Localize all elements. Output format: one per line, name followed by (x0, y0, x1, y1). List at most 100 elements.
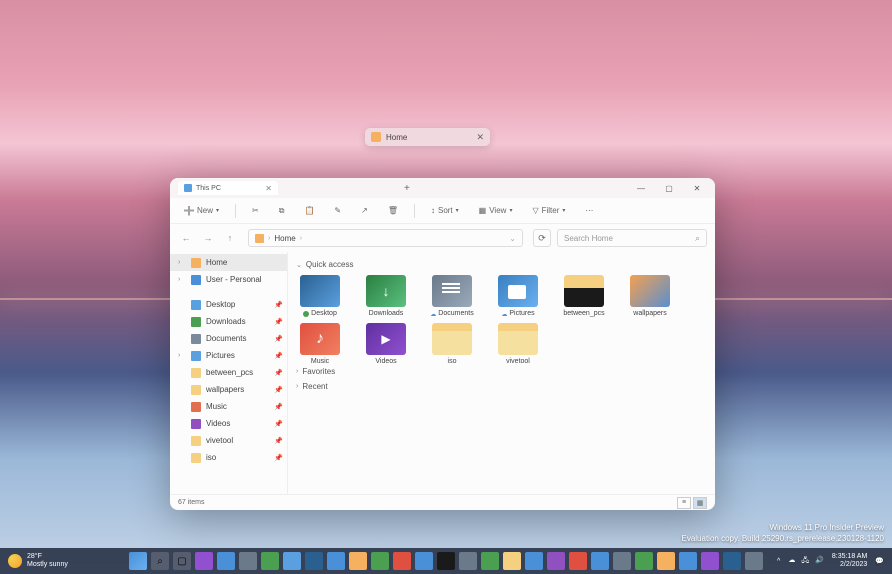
folder-documents[interactable]: ☁Documents (428, 275, 476, 317)
new-button[interactable]: New▾ (180, 204, 223, 218)
sidebar-item-music[interactable]: Music📌 (170, 398, 287, 415)
taskbar-app[interactable] (371, 552, 389, 570)
maximize-button[interactable]: ▢ (655, 178, 683, 198)
volume-tray-icon[interactable]: 🔊 (815, 556, 824, 567)
taskbar-app[interactable] (349, 552, 367, 570)
icons-view-button[interactable]: ▦ (693, 497, 707, 509)
sidebar-item-desktop[interactable]: Desktop📌 (170, 296, 287, 313)
close-window-button[interactable]: ✕ (683, 178, 711, 198)
rename-button[interactable]: ✎ (330, 204, 345, 217)
forward-button[interactable]: → (200, 230, 216, 246)
home-icon (255, 234, 264, 243)
filter-button[interactable]: ▽ Filter▾ (528, 204, 569, 217)
cut-button[interactable]: ✂ (248, 204, 263, 217)
build-watermark: Windows 11 Pro Insider Preview Evaluatio… (681, 523, 884, 544)
taskbar-app[interactable] (283, 552, 301, 570)
taskbar-app[interactable] (525, 552, 543, 570)
system-tray[interactable]: ☁ 🖧 🔊 (788, 556, 824, 567)
share-button[interactable]: ↗ (357, 204, 372, 217)
taskbar-app[interactable] (657, 552, 675, 570)
taskbar-app[interactable] (745, 552, 763, 570)
taskbar-app[interactable] (393, 552, 411, 570)
taskbar-app[interactable] (679, 552, 697, 570)
folder-videos[interactable]: Videos (362, 323, 410, 365)
sidebar-item-downloads[interactable]: Downloads📌 (170, 313, 287, 330)
folder-vivetool[interactable]: vivetool (494, 323, 542, 365)
breadcrumb-segment[interactable]: Home (274, 234, 295, 243)
tab-this-pc[interactable]: This PC ✕ (178, 181, 278, 195)
close-tab-icon[interactable]: ✕ (265, 184, 272, 193)
taskbar-app[interactable] (437, 552, 455, 570)
section-favorites[interactable]: ›Favorites (296, 367, 707, 376)
chevron-down-icon[interactable]: ⌄ (509, 234, 516, 243)
sidebar-item-documents[interactable]: Documents📌 (170, 330, 287, 347)
delete-button[interactable]: 🗑 (384, 204, 402, 217)
weather-widget[interactable]: 28°F Mostly sunny (8, 553, 68, 568)
folder-icon (630, 275, 670, 307)
taskbar-app[interactable] (635, 552, 653, 570)
new-tab-button[interactable]: + (398, 183, 416, 194)
section-recent[interactable]: ›Recent (296, 382, 707, 391)
address-bar[interactable]: › Home › ⌄ (248, 229, 523, 247)
search-button[interactable]: ⌕ (151, 552, 169, 570)
taskbar-app[interactable] (569, 552, 587, 570)
folder-pictures[interactable]: ☁Pictures (494, 275, 542, 317)
close-icon[interactable]: ✕ (476, 132, 484, 143)
taskbar-app[interactable] (613, 552, 631, 570)
taskbar-app[interactable] (415, 552, 433, 570)
more-button[interactable]: ⋯ (581, 204, 597, 217)
taskbar-app[interactable] (481, 552, 499, 570)
taskbar-app[interactable] (305, 552, 323, 570)
sidebar-item-pictures[interactable]: ›Pictures📌 (170, 347, 287, 364)
onedrive-tray-icon[interactable]: ☁ (788, 556, 795, 567)
videos-folder-icon (366, 323, 406, 355)
sort-button[interactable]: ↕ Sort▾ (427, 204, 463, 217)
detached-tab[interactable]: Home ✕ (365, 128, 490, 146)
minimize-button[interactable]: — (627, 178, 655, 198)
taskbar-app[interactable] (459, 552, 477, 570)
start-button[interactable] (129, 552, 147, 570)
taskbar-app[interactable] (217, 552, 235, 570)
sidebar-item-videos[interactable]: Videos📌 (170, 415, 287, 432)
folder-wallpapers[interactable]: wallpapers (626, 275, 674, 317)
pin-icon: 📌 (274, 301, 283, 309)
task-view-button[interactable]: ▢ (173, 552, 191, 570)
titlebar[interactable]: This PC ✕ + — ▢ ✕ (170, 178, 715, 198)
sidebar-item-wallpapers[interactable]: wallpapers📌 (170, 381, 287, 398)
taskbar-app[interactable] (261, 552, 279, 570)
notifications-button[interactable]: 💬 (875, 557, 884, 565)
sidebar-item-home[interactable]: ›Home (170, 254, 287, 271)
folder-iso[interactable]: iso (428, 323, 476, 365)
taskbar-app[interactable] (547, 552, 565, 570)
taskbar-app[interactable] (195, 552, 213, 570)
folder-desktop[interactable]: Desktop (296, 275, 344, 317)
sidebar-item-between-pcs[interactable]: between_pcs📌 (170, 364, 287, 381)
folder-music[interactable]: Music (296, 323, 344, 365)
taskbar-app[interactable] (503, 552, 521, 570)
network-tray-icon[interactable]: 🖧 (801, 556, 809, 567)
taskbar-app[interactable] (239, 552, 257, 570)
sidebar-item-iso[interactable]: iso📌 (170, 449, 287, 466)
folder-between-pcs[interactable]: between_pcs (560, 275, 608, 317)
sidebar-item-vivetool[interactable]: vivetool📌 (170, 432, 287, 449)
clock[interactable]: 8:35:18 AM 2/2/2023 (832, 553, 867, 568)
view-button[interactable]: ▦ View▾ (475, 204, 517, 217)
videos-icon (191, 419, 201, 429)
sun-icon (8, 554, 22, 568)
taskbar[interactable]: 28°F Mostly sunny ⌕ ▢ ^ (0, 548, 892, 574)
taskbar-app[interactable] (591, 552, 609, 570)
taskbar-app[interactable] (723, 552, 741, 570)
search-input[interactable]: Search Home ⌕ (557, 229, 707, 247)
taskbar-app[interactable] (701, 552, 719, 570)
folder-downloads[interactable]: Downloads (362, 275, 410, 317)
paste-button[interactable]: 📋 (300, 204, 318, 217)
section-quick-access[interactable]: ⌄Quick access (296, 260, 707, 269)
details-view-button[interactable]: ≡ (677, 497, 691, 509)
up-button[interactable]: ↑ (222, 230, 238, 246)
taskbar-app[interactable] (327, 552, 345, 570)
back-button[interactable]: ← (178, 230, 194, 246)
tray-chevron[interactable]: ^ (777, 558, 780, 565)
sidebar-item-user[interactable]: ›User - Personal (170, 271, 287, 288)
copy-button[interactable]: ⧉ (275, 204, 289, 218)
refresh-button[interactable]: ⟳ (533, 229, 551, 247)
